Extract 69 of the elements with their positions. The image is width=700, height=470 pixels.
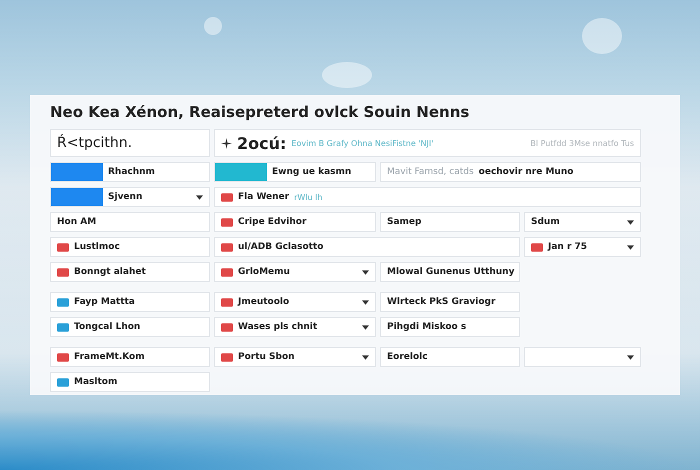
field-value: Fayp Mattta xyxy=(74,297,135,307)
dropdown-field[interactable]: Sjvenn xyxy=(50,187,210,207)
input-field[interactable]: Fla Wener rWlu lh xyxy=(214,187,641,207)
field-value: FrameMt.Kom xyxy=(74,352,145,362)
field-value: Mlowal Gunenus Utthuny xyxy=(387,267,514,277)
input-field[interactable]: Pihgdi Miskoo s xyxy=(380,317,520,337)
field-value: oechovir nre Muno xyxy=(478,167,574,177)
field-hint: Bl Putfdd 3Mse nnatfo Tus xyxy=(530,138,634,148)
field-value: GrloMemu xyxy=(238,267,290,277)
dropdown-field[interactable]: Portu Sbon xyxy=(214,347,376,367)
field-value: Rhachnm xyxy=(108,167,155,177)
field-value: Eorelolc xyxy=(387,352,428,362)
input-field[interactable]: Rhachnm xyxy=(50,162,210,182)
input-field[interactable]: Fayp Mattta xyxy=(50,292,210,312)
field-value: Sdum xyxy=(531,217,560,227)
dropdown-field[interactable]: Sdum xyxy=(524,212,641,232)
sparkle-icon xyxy=(221,138,232,148)
field-value: Lustlmoc xyxy=(74,242,120,252)
input-field[interactable]: Wlrteck PkS Graviogr xyxy=(380,292,520,312)
input-field[interactable]: Ŕ<tpcithn. xyxy=(50,129,210,157)
field-value: Bonngt alahet xyxy=(74,267,146,277)
field-value: Jan r 75 xyxy=(548,242,588,252)
caret-icon xyxy=(362,324,369,330)
field-value: Cripe Edvihor xyxy=(238,217,306,227)
caret-icon xyxy=(362,270,369,274)
field-value: Ŕ<tpcithn. xyxy=(57,135,132,151)
dropdown-field[interactable] xyxy=(524,347,641,367)
input-field[interactable]: Hon AM xyxy=(50,212,210,232)
input-field[interactable]: Samep xyxy=(380,212,520,232)
field-value: Wlrteck PkS Graviogr xyxy=(387,297,496,307)
field-value: Portu Sbon xyxy=(238,352,295,362)
caret-icon xyxy=(627,244,634,250)
input-field[interactable]: Mavit Famsd, catds oechovir nre Muno xyxy=(380,162,641,182)
field-note: Eovim B Grafy Ohna NesiFistne 'NJI' xyxy=(291,138,434,148)
caret-icon xyxy=(627,354,634,360)
input-field[interactable]: Cripe Edvihor xyxy=(214,212,376,232)
dropdown-field[interactable]: Jmeutoolo xyxy=(214,292,376,312)
input-field[interactable]: ul/ADB Gclasotto xyxy=(214,237,520,257)
input-field[interactable]: Eorelolc xyxy=(380,347,520,367)
field-value: Fla Wener xyxy=(238,192,290,202)
field-value: Tongcal Lhon xyxy=(74,322,140,332)
field-value: Masltom xyxy=(74,377,118,387)
field-value: Ewng ue kasmn xyxy=(272,167,352,177)
input-field[interactable]: Bonngt alahet xyxy=(50,262,210,282)
field-value: ul/ADB Gclasotto xyxy=(238,242,324,252)
input-field[interactable]: Lustlmoc xyxy=(50,237,210,257)
field-value: Jmeutoolo xyxy=(238,297,290,307)
field-value: Wases pls chnit xyxy=(238,322,318,332)
caret-icon xyxy=(196,194,203,200)
field-value: Hon AM xyxy=(57,217,96,227)
input-field[interactable]: Tongcal Lhon xyxy=(50,317,210,337)
field-value: Pihgdi Miskoo s xyxy=(387,322,466,332)
field-value: Samep xyxy=(387,217,422,227)
form-title: Neo Kea Xénon, Reaisepreterd ovlck Souin Nenns xyxy=(50,103,470,121)
input-field[interactable]: Mlowal Gunenus Utthuny xyxy=(380,262,520,282)
caret-icon xyxy=(362,354,369,360)
field-value: 2ocú: xyxy=(237,134,286,152)
dropdown-field[interactable]: Jan r 75 xyxy=(524,237,641,257)
input-field[interactable]: 2ocú: Eovim B Grafy Ohna NesiFistne 'NJI' Bl Putfdd 3Mse nnatfo Tus xyxy=(214,129,641,157)
field-note: rWlu lh xyxy=(294,192,322,202)
caret-icon xyxy=(362,300,369,304)
dropdown-field[interactable]: Wases pls chnit xyxy=(214,317,376,337)
caret-icon xyxy=(627,220,634,224)
field-hint: Mavit Famsd, catds xyxy=(387,167,474,177)
input-field[interactable]: Masltom xyxy=(50,372,210,392)
input-field[interactable]: Ewng ue kasmn xyxy=(214,162,376,182)
dropdown-field[interactable]: GrloMemu xyxy=(214,262,376,282)
input-field[interactable]: FrameMt.Kom xyxy=(50,347,210,367)
field-value: Sjvenn xyxy=(108,192,142,202)
